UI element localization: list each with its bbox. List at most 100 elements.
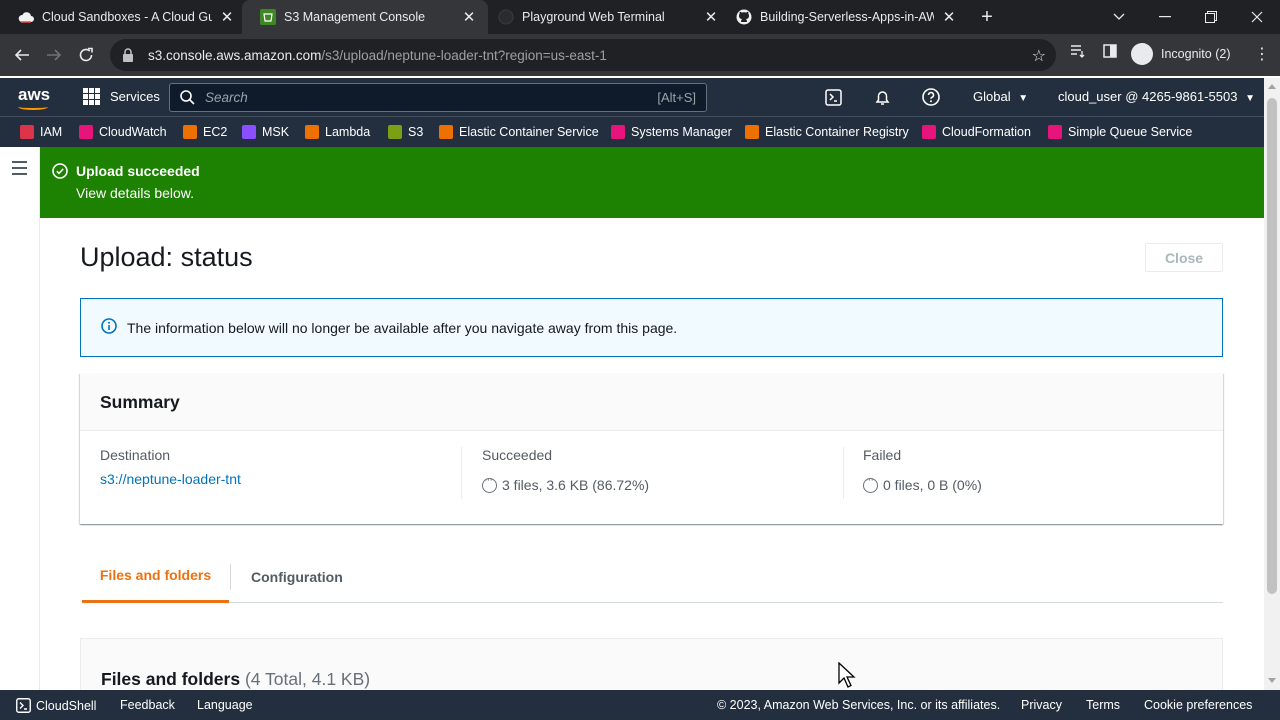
- failed-column: Failed 0 files, 0 B (0%): [863, 447, 982, 493]
- browser-tab-playground-terminal[interactable]: Playground Web Terminal ✕: [484, 0, 730, 34]
- account-label: cloud_user @ 4265-9861-5503: [1058, 89, 1238, 104]
- favorite-msk[interactable]: MSK: [242, 125, 289, 139]
- close-button[interactable]: Close: [1145, 243, 1223, 272]
- bookmark-star-icon[interactable]: ☆: [1032, 46, 1046, 66]
- browser-tab-cloud-sandboxes[interactable]: Cloud Sandboxes - A Cloud Guru ✕: [0, 0, 246, 34]
- cookie-preferences-link[interactable]: Cookie preferences: [1144, 698, 1252, 712]
- browser-menu-icon[interactable]: ⋮: [1254, 44, 1270, 64]
- help-icon[interactable]: [922, 88, 940, 106]
- browser-toolbar: s3.console.aws.amazon.com/s3/upload/nept…: [0, 34, 1280, 76]
- aws-top-nav: aws Services Search [Alt+S] Global ▼ clo…: [0, 78, 1264, 116]
- services-grid-icon: [83, 88, 100, 105]
- scrollbar-thumb[interactable]: [1267, 98, 1277, 594]
- destination-link[interactable]: s3://neptune-loader-tnt: [100, 471, 241, 487]
- flash-subtitle: View details below.: [76, 185, 195, 201]
- close-window-icon[interactable]: [1246, 6, 1268, 28]
- summary-title: Summary: [100, 392, 180, 412]
- profile-label: Incognito (2): [1161, 47, 1231, 61]
- favorite-cloudformation[interactable]: CloudFormation: [922, 125, 1031, 139]
- favorite-ecr[interactable]: Elastic Container Registry: [745, 125, 909, 139]
- mouse-cursor-icon: [838, 661, 856, 691]
- files-section-title: Files and folders (4 Total, 4.1 KB): [101, 669, 370, 690]
- cloudshell-icon: [16, 698, 31, 713]
- scroll-down-icon[interactable]: [1268, 678, 1276, 683]
- address-bar[interactable]: s3.console.aws.amazon.com/s3/upload/nept…: [110, 39, 1056, 71]
- back-arrow-icon[interactable]: [10, 44, 34, 66]
- succeeded-column: Succeeded 3 files, 3.6 KB (86.72%): [482, 447, 649, 493]
- favorites-bar: IAM CloudWatch EC2 MSK Lambda S3 Elastic…: [0, 116, 1264, 147]
- tab-files-and-folders[interactable]: Files and folders: [82, 550, 229, 603]
- restore-icon[interactable]: [1200, 6, 1222, 28]
- aws-logo[interactable]: aws: [18, 85, 51, 110]
- incognito-profile-button[interactable]: Incognito (2): [1131, 43, 1230, 65]
- services-menu-button[interactable]: Services: [83, 88, 160, 105]
- files-count: (4 Total, 4.1 KB): [244, 669, 371, 689]
- feedback-link[interactable]: Feedback: [120, 698, 175, 712]
- page-scrollbar[interactable]: [1264, 78, 1280, 690]
- s3-icon: [388, 125, 402, 139]
- cloudformation-icon: [922, 125, 936, 139]
- scroll-up-icon[interactable]: [1268, 84, 1276, 89]
- content-tabs: Files and folders Configuration: [82, 550, 1223, 603]
- failed-label: Failed: [863, 447, 902, 463]
- files-and-folders-panel: Files and folders (4 Total, 4.1 KB): [80, 638, 1223, 690]
- reading-list-icon[interactable]: [1070, 44, 1086, 58]
- tab-configuration[interactable]: Configuration: [251, 550, 343, 603]
- chevron-down-icon[interactable]: [1108, 6, 1130, 28]
- privacy-link[interactable]: Privacy: [1021, 698, 1062, 712]
- url-text: s3.console.aws.amazon.com/s3/upload/nept…: [148, 47, 607, 63]
- favorite-systems-manager[interactable]: Systems Manager: [611, 125, 732, 139]
- favorite-s3[interactable]: S3: [388, 125, 423, 139]
- succeeded-value-row: 3 files, 3.6 KB (86.72%): [482, 474, 650, 493]
- language-link[interactable]: Language: [197, 698, 253, 712]
- search-shortcut: [Alt+S]: [657, 90, 696, 105]
- column-divider: [461, 447, 462, 499]
- side-panel-icon[interactable]: [1103, 44, 1117, 58]
- close-tab-icon[interactable]: ✕: [702, 8, 720, 26]
- favorite-ec2[interactable]: EC2: [183, 125, 227, 139]
- terms-link[interactable]: Terms: [1086, 698, 1120, 712]
- account-menu[interactable]: cloud_user @ 4265-9861-5503 ▼: [1058, 89, 1255, 104]
- info-icon: [101, 318, 117, 337]
- acg-cloud-icon: [18, 9, 34, 25]
- cloudshell-icon[interactable]: [824, 88, 842, 106]
- forward-arrow-icon[interactable]: [42, 44, 66, 66]
- failed-value-row: 0 files, 0 B (0%): [863, 474, 982, 493]
- favorite-cloudwatch[interactable]: CloudWatch: [79, 125, 167, 139]
- aws-logo-text: aws: [18, 85, 51, 104]
- status-pending-icon: [482, 474, 497, 493]
- favorite-sqs[interactable]: Simple Queue Service: [1048, 125, 1192, 139]
- close-tab-icon[interactable]: ✕: [460, 8, 478, 26]
- cloudshell-label: CloudShell: [36, 698, 97, 713]
- search-input[interactable]: Search [Alt+S]: [169, 83, 707, 112]
- favorite-label: CloudFormation: [942, 125, 1031, 139]
- incognito-icon: [1131, 43, 1153, 65]
- favorite-label: IAM: [40, 125, 63, 139]
- browser-tab-github[interactable]: Building-Serverless-Apps-in-AWS ✕: [726, 0, 968, 34]
- browser-tab-bar: Cloud Sandboxes - A Cloud Guru ✕ S3 Mana…: [0, 0, 1280, 34]
- caret-down-icon: ▼: [1018, 93, 1029, 104]
- minimize-icon[interactable]: [1154, 6, 1176, 28]
- favorite-ecs[interactable]: Elastic Container Service: [439, 125, 599, 139]
- favorite-label: Systems Manager: [631, 125, 732, 139]
- close-tab-icon[interactable]: ✕: [940, 8, 958, 26]
- status-pending-icon: [863, 474, 878, 493]
- bell-icon[interactable]: [873, 88, 891, 106]
- favorite-lambda[interactable]: Lambda: [305, 125, 370, 139]
- github-icon: [736, 9, 752, 25]
- reload-icon[interactable]: [74, 44, 98, 66]
- hamburger-menu-icon[interactable]: [12, 161, 27, 179]
- favorite-label: Simple Queue Service: [1068, 125, 1193, 139]
- new-tab-icon[interactable]: +: [976, 6, 998, 28]
- cloudshell-button[interactable]: CloudShell: [16, 698, 96, 713]
- search-icon: [180, 90, 195, 105]
- destination-column: Destination s3://neptune-loader-tnt: [100, 447, 241, 487]
- page-title: Upload: status: [80, 242, 253, 272]
- browser-tab-s3-console[interactable]: S3 Management Console ✕: [242, 0, 488, 34]
- region-selector[interactable]: Global ▼: [973, 89, 1028, 104]
- close-tab-icon[interactable]: ✕: [218, 8, 236, 26]
- favorite-iam[interactable]: IAM: [20, 125, 62, 139]
- s3-icon: [260, 9, 276, 25]
- succeeded-value: 3 files, 3.6 KB (86.72%): [502, 477, 650, 493]
- favorite-label: Lambda: [325, 125, 371, 139]
